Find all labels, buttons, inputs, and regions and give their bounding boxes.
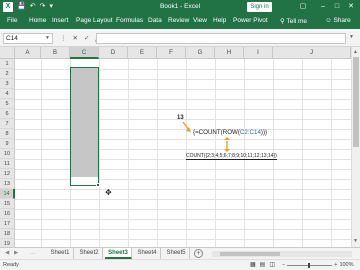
formula-range-ref: C2:C14	[239, 129, 261, 136]
tab-home[interactable]: Home	[29, 17, 46, 24]
zoom-slider-knob[interactable]	[308, 262, 311, 268]
formula-bar-row: C14 ▼ ⋮ ✕ ✓ fx ▼	[0, 29, 360, 47]
view-buttons: ▦ ▤ ◫	[250, 261, 275, 268]
status-bar: Ready ▦ ▤ ◫ − + 100%	[0, 259, 360, 270]
tell-me-search[interactable]: ⚲ Tell me	[280, 17, 307, 25]
title-bar: X 💾 ↶ ↷ ▾ Book1 - Excel Sign in ▢ – □ ✕	[0, 0, 360, 14]
chevron-down-icon[interactable]: ▼	[45, 34, 50, 43]
tab-data[interactable]: Data	[148, 17, 162, 24]
scroll-up-icon[interactable]: ▲	[353, 49, 358, 55]
tab-sheet1[interactable]: Sheet1	[47, 248, 74, 259]
formula-expansion-text: COUNT({2;3;4;5;6;7;8;9;10;11;12;13;14})	[186, 153, 277, 160]
normal-view-icon[interactable]: ▦	[250, 261, 256, 268]
share-button[interactable]: ☺ Share	[325, 17, 351, 24]
restore-icon[interactable]: □	[330, 1, 344, 13]
zoom-level[interactable]: 100%	[339, 262, 353, 268]
tab-sheet2[interactable]: Sheet2	[76, 248, 103, 259]
horizontal-scroll-thumb[interactable]	[220, 252, 280, 256]
tab-sheet5[interactable]: Sheet5	[163, 248, 190, 259]
horizontal-scrollbar[interactable]	[212, 251, 352, 257]
formula-open: {=COUNT(ROW(	[193, 129, 240, 136]
scroll-down-icon[interactable]: ▼	[353, 238, 358, 244]
name-box-value: C14	[6, 35, 18, 42]
cancel-icon[interactable]: ✕	[73, 33, 78, 44]
previous-sheet-icon[interactable]: ◀	[5, 250, 9, 256]
add-sheet-button[interactable]: +	[194, 249, 203, 258]
page-break-preview-icon[interactable]: ◫	[269, 261, 275, 268]
tab-power-pivot[interactable]: Power Pivot	[233, 17, 268, 24]
formula-close: ))}	[260, 129, 268, 136]
zoom-out-button[interactable]: −	[282, 262, 285, 268]
formula-input[interactable]	[96, 33, 346, 44]
share-label: Share	[333, 17, 351, 24]
arrow-head	[224, 137, 230, 140]
sheet-tab-bar: ◀ ▶ … Sheet1 Sheet2 Sheet3 Sheet4 Sheet5…	[0, 247, 360, 259]
tab-file[interactable]: File	[7, 17, 17, 24]
vertical-scroll-thumb[interactable]	[353, 57, 359, 147]
more-sheets-icon[interactable]: …	[30, 250, 36, 256]
tab-sheet4[interactable]: Sheet4	[134, 248, 161, 259]
name-box[interactable]: C14 ▼	[3, 33, 53, 44]
page-layout-view-icon[interactable]: ▤	[260, 261, 266, 268]
tell-me-label: Tell me	[286, 18, 308, 25]
tab-view[interactable]: View	[193, 17, 207, 24]
zoom-in-button[interactable]: +	[334, 262, 337, 268]
arrow-head	[224, 149, 230, 152]
window-controls: ▢ – □ ✕	[296, 1, 358, 13]
status-ready: Ready	[3, 262, 19, 268]
expand-formula-bar-icon[interactable]: ▼	[349, 34, 354, 40]
zoom-control: − + 100%	[282, 262, 354, 268]
tab-help[interactable]: Help	[213, 17, 226, 24]
close-icon[interactable]: ✕	[344, 1, 358, 13]
minimize-icon[interactable]: –	[316, 1, 330, 13]
zoom-slider[interactable]	[287, 262, 333, 268]
more-options-icon: ⋮	[60, 35, 67, 42]
enter-icon[interactable]: ✓	[84, 33, 89, 44]
tab-sheet3[interactable]: Sheet3	[105, 248, 132, 259]
array-formula-text: {=COUNT(ROW(C2:C14))}	[193, 129, 267, 136]
ribbon-display-options-icon[interactable]: ▢	[296, 1, 310, 13]
annotation-arrows	[182, 121, 230, 152]
worksheet-grid[interactable]: A B C D E F G H I J 1 2 3 4 5 6 7 8 9 10…	[0, 47, 351, 247]
cross-cursor-icon: ✥	[105, 188, 112, 197]
tab-insert[interactable]: Insert	[52, 17, 68, 24]
count-result-label: 13	[177, 115, 184, 121]
sign-in-button[interactable]: Sign in	[247, 2, 272, 12]
tab-page-layout[interactable]: Page Layout	[76, 17, 113, 24]
vertical-scrollbar[interactable]: ▲ ▼	[351, 47, 360, 247]
tab-formulas[interactable]: Formulas	[116, 17, 143, 24]
next-sheet-icon[interactable]: ▶	[14, 250, 18, 256]
tab-review[interactable]: Review	[168, 17, 189, 24]
ribbon-tabs: File Home Insert Page Layout Formulas Da…	[0, 14, 360, 29]
